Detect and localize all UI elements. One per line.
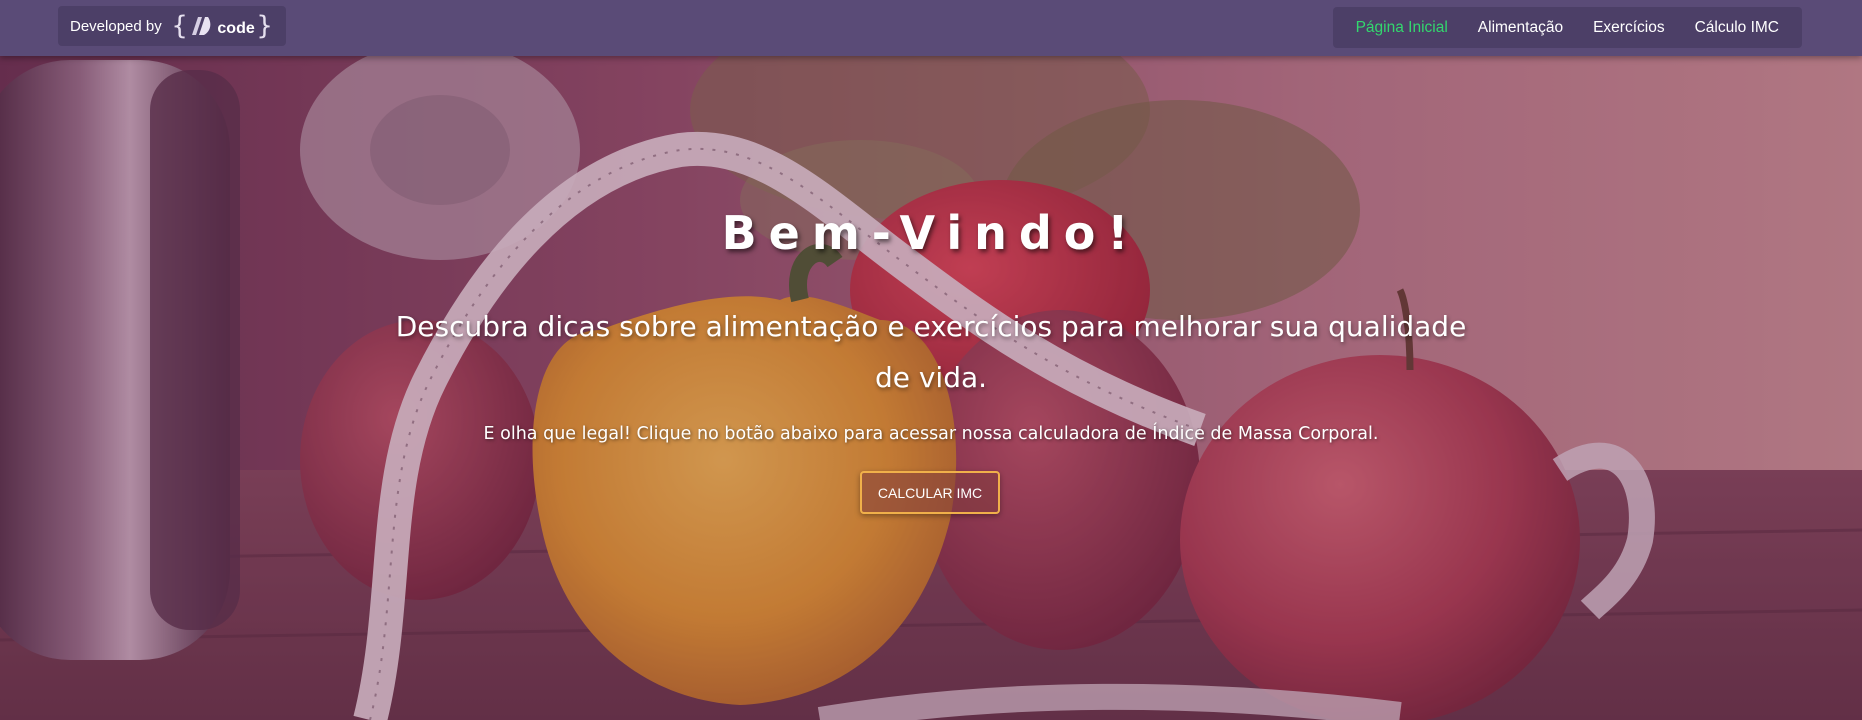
- nav-link-alimentacao[interactable]: Alimentação: [1463, 19, 1578, 37]
- calcular-imc-button[interactable]: CALCULAR IMC: [860, 471, 1000, 514]
- brand-developed-by: Developed by: [70, 17, 162, 35]
- logo-word: code: [217, 20, 255, 37]
- nav-link-exercicios[interactable]: Exercícios: [1578, 19, 1680, 37]
- nav-link-pagina-inicial[interactable]: Página Inicial: [1341, 19, 1463, 37]
- code-logo-icon: { code }: [172, 13, 273, 39]
- logo-close-brace: }: [256, 11, 273, 41]
- nav-link-calculo-imc[interactable]: Cálculo IMC: [1680, 19, 1794, 37]
- brand[interactable]: Developed by { code }: [58, 6, 287, 46]
- logo-mark-icon: [192, 17, 211, 35]
- hero-title: Bem-Vindo!: [721, 206, 1141, 260]
- logo-open-brace: {: [171, 11, 188, 41]
- hero-lead: E olha que legal! Clique no botão abaixo…: [483, 424, 1379, 444]
- hero-subtitle: Descubra dicas sobre alimentação e exerc…: [395, 310, 1467, 394]
- nav-links: Página Inicial Alimentação Exercícios Cá…: [1332, 7, 1802, 48]
- navbar: Developed by { code } Página Inicial Ali…: [0, 0, 1862, 56]
